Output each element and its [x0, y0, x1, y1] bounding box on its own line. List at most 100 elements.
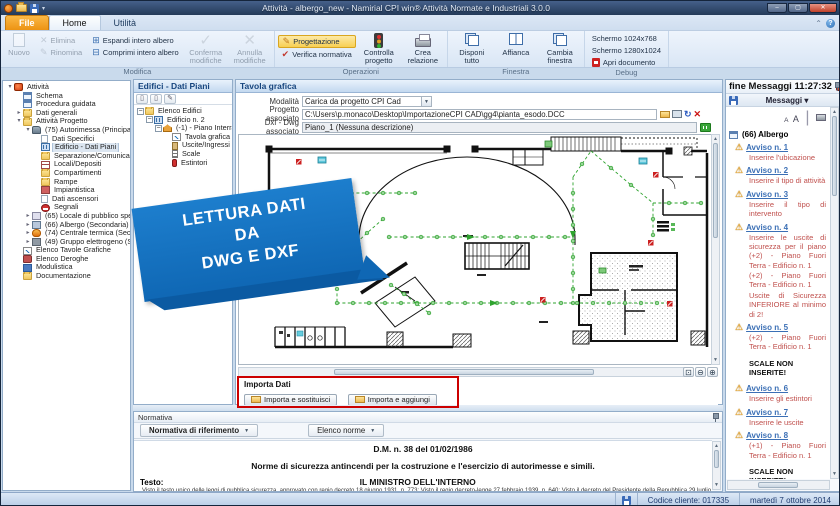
scrollbar-thumb[interactable]: [714, 450, 719, 468]
tab-home[interactable]: Home: [49, 15, 101, 30]
tree-item[interactable]: Tavola grafica: [134, 133, 232, 142]
modalita-select[interactable]: Carica da progetto CPI Cad: [302, 96, 422, 107]
messages-horizontal-scrollbar[interactable]: [727, 480, 830, 490]
expander-icon[interactable]: ▾: [24, 126, 32, 135]
scroll-up-icon[interactable]: ▲: [713, 442, 720, 450]
tree-item[interactable]: Dati Specifici: [3, 135, 130, 144]
schermo-1024-button[interactable]: Schermo 1024x768: [588, 33, 665, 44]
progetto-input[interactable]: C:\Users\p.monaco\Desktop\ImportazioneCP…: [302, 109, 657, 120]
tree-item[interactable]: Schema: [3, 92, 130, 101]
expander-icon[interactable]: −: [146, 116, 153, 123]
tree-item[interactable]: ▸(49) Gruppo elettrogeno (Secondaria): [3, 238, 130, 247]
tree-item[interactable]: ▾(75) Autorimessa (Principale): [3, 126, 130, 135]
canvas-horizontal-scrollbar[interactable]: [238, 367, 686, 377]
expander-icon[interactable]: −: [155, 125, 162, 132]
tree-item[interactable]: Modulistica: [3, 263, 130, 272]
tree-item[interactable]: Documentazione: [3, 272, 130, 281]
font-larger-icon[interactable]: A: [793, 114, 799, 124]
disponi-tutto-button[interactable]: Disponi tutto: [451, 32, 493, 67]
browse-folder-icon[interactable]: [660, 111, 670, 118]
tab-file[interactable]: File: [5, 15, 49, 30]
avviso-link[interactable]: Avviso n. 5: [746, 323, 788, 332]
importa-aggiungi-button[interactable]: Importa e aggiungi: [348, 394, 437, 406]
new-item-button[interactable]: ▯: [136, 94, 148, 104]
scrollbar-thumb[interactable]: [713, 143, 718, 238]
font-smaller-icon[interactable]: A: [784, 117, 788, 124]
edit-item-button[interactable]: ✎: [164, 94, 176, 104]
tree-item[interactable]: Estintori: [134, 159, 232, 168]
tree-item[interactable]: ▾Attività Progetto: [3, 117, 130, 126]
zoom-extents-button[interactable]: ⊡: [683, 367, 694, 377]
expander-icon[interactable]: ▸: [24, 221, 32, 230]
help-icon[interactable]: ?: [826, 19, 835, 28]
expander-icon[interactable]: −: [137, 108, 144, 115]
avviso-link[interactable]: Avviso n. 6: [746, 384, 788, 393]
controlla-progetto-button[interactable]: Controlla progetto: [358, 32, 400, 67]
tree-item[interactable]: Procedura guidata: [3, 100, 130, 109]
zoom-out-button[interactable]: ⊖: [695, 367, 706, 377]
tree-item[interactable]: Elenco Tavole Grafiche: [3, 246, 130, 255]
tree-item[interactable]: ▸(66) Albergo (Secondaria): [3, 221, 130, 230]
normativa-document[interactable]: D.M. n. 38 del 01/02/1986 Norme di sicur…: [134, 440, 712, 491]
expander-icon[interactable]: ▾: [15, 117, 23, 126]
maximize-button[interactable]: ▢: [788, 3, 808, 13]
scroll-down-icon[interactable]: ▼: [831, 470, 838, 478]
tree-item[interactable]: −Elenco Edifici: [134, 107, 232, 116]
tree-item[interactable]: −(-1) - Piano Interrato: [134, 124, 232, 133]
tree-item[interactable]: Elenco Deroghe: [3, 255, 130, 264]
avviso-link[interactable]: Avviso n. 1: [746, 143, 788, 152]
nuovo-button[interactable]: Nuovo: [4, 32, 34, 58]
tree-item[interactable]: Edificio - Dati Piani: [3, 143, 130, 152]
tree-item[interactable]: Compartimenti: [3, 169, 130, 178]
avviso-link[interactable]: Avviso n. 8: [746, 431, 788, 440]
tree-item[interactable]: Scale: [134, 150, 232, 159]
elimina-button[interactable]: ✕Elimina: [36, 35, 86, 46]
scroll-down-icon[interactable]: ▼: [713, 481, 720, 489]
verifica-normativa-button[interactable]: ✔Verifica normativa: [278, 49, 356, 60]
scroll-up-icon[interactable]: ▲: [712, 135, 719, 143]
scroll-down-icon[interactable]: ▼: [712, 356, 719, 364]
tree-item[interactable]: Separazione/Comunicazione: [3, 152, 130, 161]
avviso-link[interactable]: Avviso n. 7: [746, 408, 788, 417]
tree-item[interactable]: Locali/Depositi: [3, 160, 130, 169]
scrollbar-thumb[interactable]: [832, 116, 837, 196]
zoom-in-button[interactable]: ⊕: [707, 367, 718, 377]
print-messages-icon[interactable]: [816, 114, 826, 121]
tree-item[interactable]: Uscite/Ingressi: [134, 141, 232, 150]
horizontal-splitter[interactable]: ⌄: [133, 405, 723, 411]
importa-sostituisci-button[interactable]: Importa e sostituisci: [244, 394, 337, 406]
expander-icon[interactable]: ▸: [24, 238, 32, 247]
dxf-input[interactable]: Piano_1 (Nessuna descrizione): [302, 122, 697, 133]
avviso-link[interactable]: Avviso n. 3: [746, 190, 788, 199]
normativa-riferimento-button[interactable]: Normativa di riferimento▼: [140, 424, 258, 437]
pin-icon[interactable]: [712, 413, 719, 422]
elenco-norme-button[interactable]: Elenco norme▼: [308, 424, 384, 437]
modalita-dropdown-icon[interactable]: ▼: [422, 96, 432, 107]
messaggi-dropdown[interactable]: Messaggi ▾: [738, 96, 836, 105]
scrollbar-thumb[interactable]: [758, 482, 798, 488]
expander-icon[interactable]: ▾: [6, 83, 14, 92]
status-save-icon[interactable]: [622, 496, 631, 505]
scrollbar-thumb[interactable]: [334, 369, 594, 375]
tree-item[interactable]: Rampe: [3, 178, 130, 187]
save-icon[interactable]: [30, 4, 39, 13]
expander-icon[interactable]: ▸: [24, 229, 32, 238]
tree-item[interactable]: ▸Dati generali: [3, 109, 130, 118]
schermo-1280-button[interactable]: Schermo 1280x1024: [588, 45, 665, 56]
crea-relazione-button[interactable]: Crea relazione: [402, 32, 444, 67]
delete-item-button[interactable]: ▯: [150, 94, 162, 104]
close-button[interactable]: ✕: [809, 3, 837, 13]
tree-item[interactable]: ▾Attività: [3, 83, 130, 92]
tree-item[interactable]: −Edificio n. 2: [134, 116, 232, 125]
refresh-icon[interactable]: ↻: [684, 110, 692, 119]
apri-documento-button[interactable]: Apri documento: [588, 57, 665, 68]
dwg-layers-icon[interactable]: [700, 123, 711, 132]
scroll-up-icon[interactable]: ▲: [831, 108, 838, 116]
clear-icon[interactable]: ✕: [694, 110, 702, 119]
minimize-button[interactable]: –: [767, 3, 787, 13]
expander-icon[interactable]: ▸: [15, 109, 23, 118]
tree-item[interactable]: Impiantistica: [3, 186, 130, 195]
avviso-link[interactable]: Avviso n. 4: [746, 223, 788, 232]
export-icon[interactable]: [672, 110, 682, 118]
espandi-albero-button[interactable]: ⊞Espandi intero albero: [88, 35, 182, 46]
